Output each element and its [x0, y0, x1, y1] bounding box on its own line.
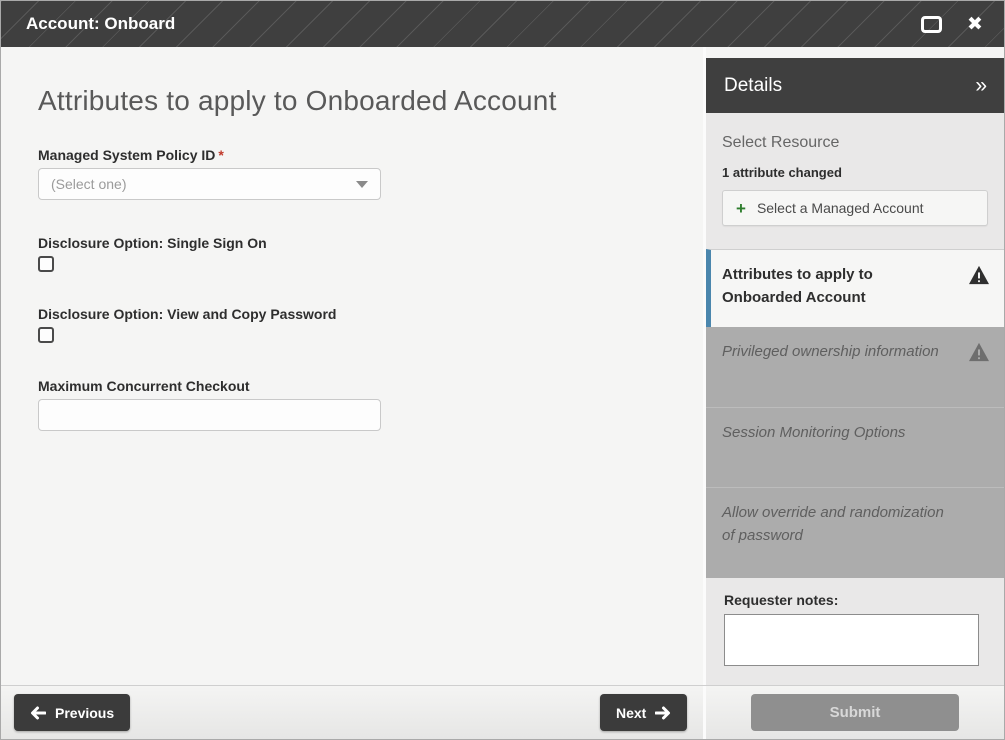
maximize-icon — [921, 16, 942, 33]
details-title: Details — [724, 75, 782, 97]
step-label: Allow override and randomization of pass… — [722, 501, 952, 578]
close-button[interactable]: ✖ — [958, 1, 992, 47]
requester-notes-section: Requester notes: — [706, 578, 1004, 671]
wizard-steps: Attributes to apply to Onboarded Account… — [706, 249, 1004, 578]
page-title: Attributes to apply to Onboarded Account — [38, 85, 666, 117]
required-asterisk: * — [218, 147, 223, 163]
max-checkout-field: Maximum Concurrent Checkout — [38, 378, 666, 431]
requester-notes-textarea[interactable] — [724, 614, 979, 666]
arrow-right-icon — [655, 706, 671, 720]
chevron-down-icon — [356, 181, 368, 188]
footer-divider — [703, 686, 706, 739]
max-checkout-input[interactable] — [38, 399, 381, 431]
policy-label: Managed System Policy ID* — [38, 147, 666, 163]
policy-select-value: (Select one) — [51, 176, 126, 192]
arrow-left-icon — [30, 706, 46, 720]
step-attributes[interactable]: Attributes to apply to Onboarded Account — [706, 249, 1004, 327]
maximize-button[interactable] — [914, 1, 948, 47]
select-managed-account-label: Select a Managed Account — [757, 200, 924, 216]
view-copy-label: Disclosure Option: View and Copy Passwor… — [38, 306, 666, 322]
sso-checkbox[interactable] — [38, 256, 54, 272]
previous-button[interactable]: Previous — [14, 694, 130, 731]
next-button[interactable]: Next — [600, 694, 687, 731]
step-session-monitoring[interactable]: Session Monitoring Options — [706, 408, 1004, 488]
next-label: Next — [616, 705, 646, 721]
warning-icon — [968, 265, 990, 285]
title-bar: Account: Onboard ✖ — [1, 1, 1004, 47]
step-label: Session Monitoring Options — [722, 421, 952, 487]
footer-bar: Previous Next Submit — [1, 685, 1004, 739]
select-managed-account-button[interactable]: + Select a Managed Account — [722, 190, 988, 226]
requester-notes-label: Requester notes: — [724, 592, 988, 608]
view-copy-field: Disclosure Option: View and Copy Passwor… — [38, 306, 666, 343]
policy-field: Managed System Policy ID* (Select one) — [38, 147, 666, 200]
warning-icon — [968, 342, 990, 362]
policy-select[interactable]: (Select one) — [38, 168, 381, 200]
view-copy-checkbox[interactable] — [38, 327, 54, 343]
window-title: Account: Onboard — [26, 1, 175, 47]
submit-button[interactable]: Submit — [751, 694, 959, 731]
step-privileged-ownership[interactable]: Privileged ownership information — [706, 327, 1004, 408]
max-checkout-label: Maximum Concurrent Checkout — [38, 378, 666, 394]
step-label: Attributes to apply to Onboarded Account — [722, 263, 922, 327]
attribute-changed-status: 1 attribute changed — [722, 165, 988, 180]
select-resource-title: Select Resource — [722, 134, 988, 152]
select-resource-section: Select Resource 1 attribute changed + Se… — [706, 113, 1004, 249]
details-header: Details » — [706, 58, 1004, 113]
sso-label: Disclosure Option: Single Sign On — [38, 235, 666, 251]
sidebar-body: Select Resource 1 attribute changed + Se… — [706, 113, 1004, 687]
close-icon: ✖ — [967, 13, 983, 36]
onboard-dialog: Account: Onboard ✖ Attributes to apply t… — [0, 0, 1005, 740]
step-label: Privileged ownership information — [722, 340, 952, 407]
details-sidebar: Details » Select Resource 1 attribute ch… — [703, 47, 1004, 685]
main-panel: Attributes to apply to Onboarded Account… — [1, 47, 703, 685]
previous-label: Previous — [55, 705, 114, 721]
sso-field: Disclosure Option: Single Sign On — [38, 235, 666, 272]
step-allow-override[interactable]: Allow override and randomization of pass… — [706, 488, 1004, 578]
plus-icon: + — [736, 200, 746, 217]
chevron-double-right-icon[interactable]: » — [975, 75, 987, 96]
